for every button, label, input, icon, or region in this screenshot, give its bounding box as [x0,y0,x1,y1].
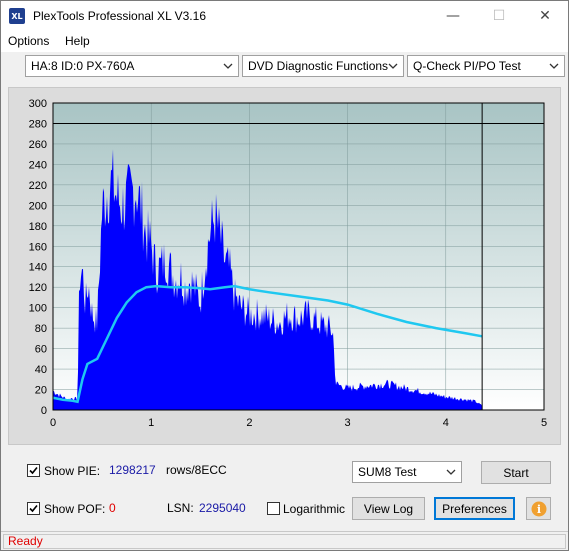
y-tick-label: 220 [29,180,47,192]
svg-text:i: i [536,503,540,516]
chevron-down-icon [549,63,559,69]
show-pie-label: Show PIE: [44,464,101,478]
y-tick-label: 20 [35,385,47,397]
test-select[interactable]: Q-Check PI/PO Test [407,55,565,77]
test-mode-value: SUM8 Test [358,465,417,479]
menu-bar: Options Help [1,31,568,52]
menu-options[interactable]: Options [8,34,49,48]
y-tick-label: 280 [29,118,47,130]
status-text: Ready [3,534,566,549]
menu-help[interactable]: Help [65,34,90,48]
status-bar: Ready [1,531,568,550]
y-tick-label: 180 [29,221,47,233]
pie-value: 1298217 [109,463,156,477]
y-tick-label: 120 [29,282,47,294]
pi-po-chart: 0204060801001201401601802002202402602803… [29,98,547,429]
info-button[interactable]: i [526,497,551,520]
close-button[interactable]: ✕ [522,1,568,31]
function-select[interactable]: DVD Diagnostic Functions [242,55,404,77]
minimize-button[interactable]: — [430,1,476,31]
y-tick-label: 240 [29,159,47,171]
x-tick-label: 1 [148,417,154,429]
y-tick-label: 80 [35,323,47,335]
test-select-value: Q-Check PI/PO Test [413,59,521,73]
y-tick-label: 300 [29,98,47,110]
start-button-label: Start [503,465,529,480]
show-pof-label: Show POF: [44,502,106,516]
close-icon: ✕ [539,8,551,24]
lsn-value: 2295040 [199,501,246,515]
checkmark-icon [29,504,38,513]
checkmark-icon [29,466,38,475]
start-button[interactable]: Start [481,461,551,484]
info-icon: i [531,501,546,516]
lsn-label: LSN: [167,501,194,515]
y-tick-label: 40 [35,364,47,376]
toolbar: HA:8 ID:0 PX-760A DVD Diagnostic Functio… [1,52,568,82]
show-pie-checkbox[interactable] [27,464,40,477]
bottom-panel: Show PIE: 1298217 rows/8ECC SUM8 Test St… [1,449,568,531]
chevron-down-icon [388,63,398,69]
x-axis-ticks: 0 1 2 3 4 5 [50,417,547,429]
y-tick-label: 0 [41,405,47,417]
preferences-button-label: Preferences [442,501,507,516]
x-tick-label: 0 [50,417,56,429]
minimize-icon: — [446,8,460,24]
app-window: XL PlexTools Professional XL V3.16 — ☐ ✕… [0,0,569,551]
maximize-button[interactable]: ☐ [476,1,522,31]
y-tick-label: 260 [29,139,47,151]
y-tick-label: 200 [29,200,47,212]
window-title: PlexTools Professional XL V3.16 [33,9,206,23]
function-select-value: DVD Diagnostic Functions [248,59,389,73]
x-tick-label: 2 [246,417,252,429]
pof-value: 0 [109,501,116,515]
rows-label: rows/8ECC [166,463,227,477]
maximize-icon: ☐ [492,8,506,24]
chevron-down-icon [446,469,456,475]
chevron-down-icon [223,63,233,69]
y-tick-label: 100 [29,303,47,315]
title-bar[interactable]: XL PlexTools Professional XL V3.16 — ☐ ✕ [1,1,568,31]
x-tick-label: 3 [345,417,351,429]
show-pof-checkbox[interactable] [27,502,40,515]
test-mode-select[interactable]: SUM8 Test [352,461,462,483]
drive-select[interactable]: HA:8 ID:0 PX-760A [25,55,239,77]
app-logo-icon: XL [9,8,25,24]
y-tick-label: 60 [35,344,47,356]
y-tick-label: 160 [29,241,47,253]
drive-select-value: HA:8 ID:0 PX-760A [31,59,135,73]
preferences-button[interactable]: Preferences [434,497,515,520]
y-axis-ticks: 0 20 40 60 80 100 120 140 160 180 200 220 240 260 280 3… [29,98,47,417]
chart-panel: 0 20 40 60 80 100 120 140 160 180 200 220 240 260 280 3… [8,87,561,445]
logarithmic-label: Logarithmic [283,502,346,516]
view-log-button[interactable]: View Log [352,497,425,520]
y-tick-label: 140 [29,262,47,274]
x-tick-label: 4 [443,417,449,429]
x-tick-label: 5 [541,417,547,429]
logarithmic-checkbox[interactable] [267,502,280,515]
view-log-button-label: View Log [363,501,414,516]
